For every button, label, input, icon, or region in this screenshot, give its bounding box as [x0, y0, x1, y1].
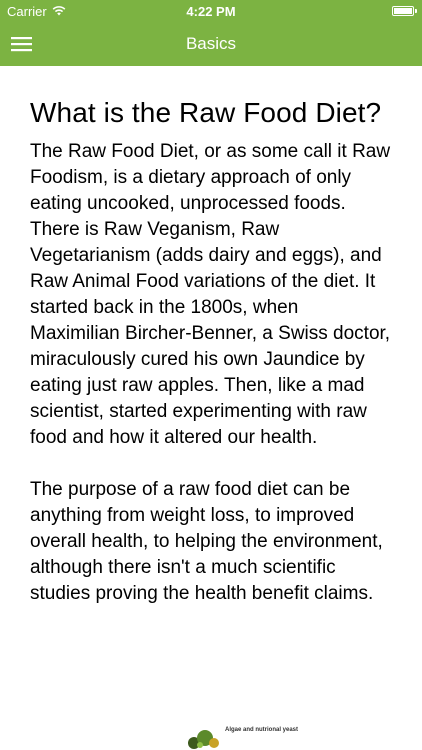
algae-logo-icon — [185, 726, 221, 750]
article-title: What is the Raw Food Diet? — [30, 97, 382, 128]
ad-text: Algae and nutrional yeast — [225, 727, 299, 733]
ad-banner[interactable]: Algae and nutrional yeast — [185, 723, 325, 750]
article-paragraph: The Raw Food Diet, or as some call it Ra… — [30, 141, 391, 448]
navigation-bar: Basics — [0, 22, 422, 66]
battery-icon — [392, 6, 417, 16]
status-bar: Carrier 4:22 PM — [0, 0, 422, 22]
app-screen: Carrier 4:22 PM Basics What is the Raw F… — [0, 0, 422, 750]
nav-title: Basics — [185, 34, 237, 53]
status-time: 4:22 PM — [186, 4, 236, 19]
article-content: What is the Raw Food Diet? The Raw Food … — [30, 96, 392, 607]
article-paragraph: The purpose of a raw food diet can be an… — [30, 479, 383, 604]
